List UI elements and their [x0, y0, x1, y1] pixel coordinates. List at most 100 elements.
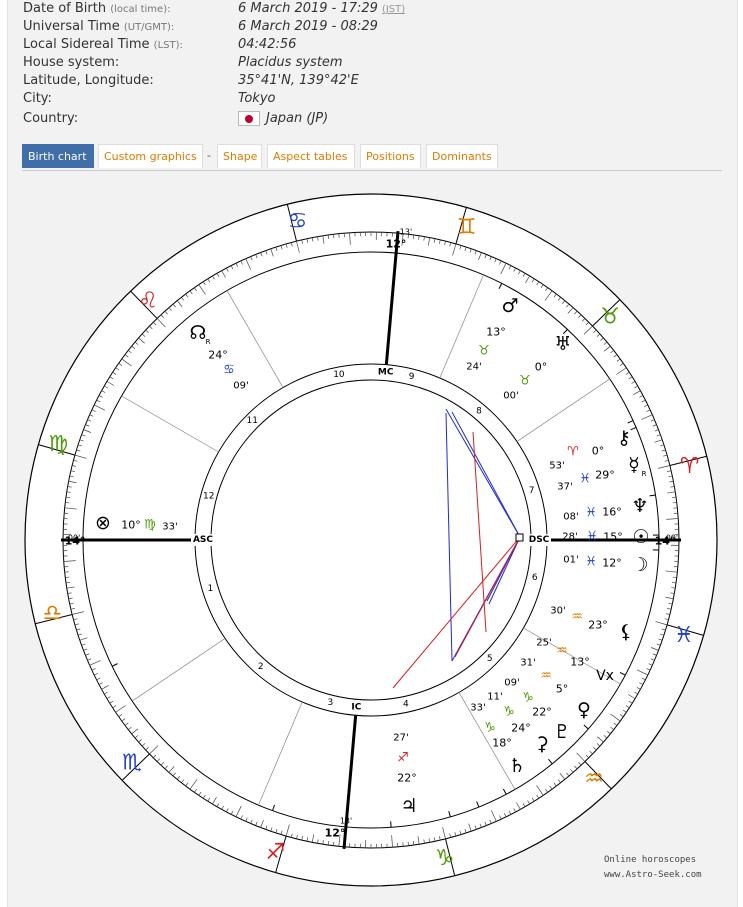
- dsc-minute: 00': [666, 533, 678, 542]
- planet-minute: 01': [563, 555, 578, 566]
- planet-sign-icon: ♋: [223, 363, 235, 378]
- planet-jupiter-icon: ♃: [400, 795, 417, 817]
- detail-value: Placidus system: [238, 54, 343, 72]
- planet-minute: 27': [393, 733, 408, 744]
- detail-label-note: (UT/GMT):: [123, 22, 175, 33]
- planet-saturn-icon: ♄: [508, 755, 525, 777]
- planet-sign-icon: ♉: [478, 344, 490, 359]
- planet-degree: 22°: [532, 706, 552, 719]
- detail-label: Latitude, Longitude:: [23, 72, 154, 90]
- planet-degree: 18°: [492, 737, 512, 750]
- credit-line-2: www.Astro-Seek.com: [604, 870, 702, 880]
- planet-pluto-icon: ♇: [553, 721, 570, 743]
- detail-value-text: 6 March 2019 - 08:29: [238, 19, 378, 34]
- credit-line-1: Online horoscopes: [604, 855, 697, 865]
- detail-label-note: (local time):: [110, 4, 171, 15]
- detail-label-text: Universal Time: [23, 19, 120, 34]
- house-number: 6: [532, 573, 538, 583]
- zodiac-pisces-icon: ♓: [674, 623, 694, 648]
- planet-chiron-icon: ⚷: [617, 427, 631, 449]
- planet-minute: 31': [520, 658, 535, 669]
- planet-degree: 23°: [588, 619, 608, 632]
- detail-label: House system:: [23, 54, 119, 72]
- mc-minute: 13': [400, 228, 412, 237]
- house-number: 12: [203, 492, 214, 502]
- planet-sign-icon: ♑: [522, 691, 534, 706]
- planet-fortune-icon: ⊗: [95, 512, 111, 534]
- detail-value-text: 35°41'N, 139°42'E: [238, 73, 359, 88]
- planet-mercury-icon: ☿: [628, 454, 640, 476]
- planet-sign-icon: ♉: [519, 374, 531, 389]
- tab-aspect-tables[interactable]: Aspect tables: [267, 144, 355, 168]
- planet-sign-icon: ♐: [397, 751, 409, 766]
- zodiac-gemini-icon: ♊: [457, 215, 477, 240]
- house-number: 2: [258, 662, 264, 672]
- planet-vertex-icon: Vx: [596, 668, 614, 684]
- planet-degree: 16°: [602, 506, 622, 519]
- planet-minute: 28': [562, 532, 577, 543]
- planet-degree: 5°: [556, 683, 569, 696]
- planet-ceres-icon: ⚳: [535, 733, 549, 755]
- planet-minute: 24': [466, 362, 481, 373]
- zodiac-cancer-icon: ♋: [288, 209, 308, 234]
- natal-chart-wheel: ♊♉♈♓♒♑♐♏♎♍♌♋123 456789101112ASC DSCMCIC14°…: [24, 193, 718, 887]
- detail-value-text: 6 March 2019 - 17:29: [238, 1, 378, 16]
- ic-degree: 12°: [325, 826, 346, 839]
- tab-birth-chart[interactable]: Birth chart: [22, 144, 94, 168]
- tab-custom-graphics[interactable]: Custom graphics: [98, 144, 203, 168]
- planet-degree: 12°: [602, 557, 622, 570]
- zodiac-aquarius-icon: ♒: [584, 767, 604, 792]
- planet-minute: 09': [233, 381, 248, 392]
- planet-degree: 22°: [397, 772, 417, 785]
- planet-minute: 53': [549, 461, 564, 472]
- ic-label: IC: [351, 702, 361, 712]
- planet-degree: 29°: [595, 469, 615, 482]
- planet-minute: 08': [563, 512, 578, 523]
- planet-minute: 33': [470, 703, 485, 714]
- detail-label-text: Latitude, Longitude:: [23, 73, 154, 88]
- planet-sign-icon: ♒: [571, 610, 583, 625]
- house-number: 7: [529, 486, 535, 496]
- aspect-node-marker: [515, 533, 524, 542]
- planet-node-icon: ☊: [190, 322, 207, 344]
- zodiac-taurus-icon: ♉: [600, 304, 620, 329]
- planet-sign-icon: ♈: [567, 445, 579, 460]
- planet-minute: 30': [550, 606, 565, 617]
- planet-sign-icon: ♑: [503, 705, 515, 720]
- zodiac-sagittarius-icon: ♐: [266, 840, 286, 865]
- planet-sign-icon: ♒: [540, 669, 552, 684]
- tab-shape[interactable]: Shape: [217, 144, 262, 168]
- planet-sign-icon: ♒: [556, 644, 568, 659]
- house-number: 8: [476, 406, 482, 416]
- house-number: 3: [327, 698, 333, 708]
- chart-tabs: Birth chart Custom graphics - Shape Aspe…: [22, 144, 722, 171]
- planet-minute: 33': [162, 522, 177, 533]
- zodiac-capricorn-icon: ♑: [435, 846, 455, 871]
- detail-label-note: (LST):: [153, 40, 183, 51]
- mc-label: MC: [378, 368, 394, 378]
- planet-neptune-icon: ♆: [631, 495, 648, 517]
- planet-sign-icon: ♓: [585, 555, 597, 570]
- planet-degree: 10°: [121, 519, 141, 532]
- detail-label: Local Sidereal Time (LST):: [23, 36, 183, 55]
- house-number: 9: [409, 372, 415, 382]
- planet-sign-icon: ♓: [586, 530, 598, 545]
- tab-dominants[interactable]: Dominants: [426, 144, 498, 168]
- tab-separator: -: [207, 149, 211, 162]
- japan-flag-icon: [238, 111, 260, 126]
- asc-minute: 00': [68, 533, 80, 542]
- retrograde-marker: R: [206, 338, 211, 346]
- dsc-label: DSC: [529, 535, 550, 545]
- planet-minute: 00': [503, 391, 518, 402]
- detail-label-text: City:: [23, 91, 52, 106]
- timezone-link[interactable]: (JST): [382, 4, 405, 15]
- house-number: 11: [246, 416, 257, 426]
- tab-positions[interactable]: Positions: [360, 144, 421, 168]
- planet-degree: 0°: [592, 445, 605, 458]
- detail-value: Tokyo: [238, 90, 275, 108]
- planet-minute: 37': [557, 482, 572, 493]
- planet-uranus-icon: ♅: [554, 333, 571, 355]
- detail-label: Date of Birth (local time):: [23, 0, 170, 19]
- detail-value: 6 March 2019 - 08:29: [238, 18, 378, 36]
- detail-label-text: Local Sidereal Time: [23, 37, 150, 52]
